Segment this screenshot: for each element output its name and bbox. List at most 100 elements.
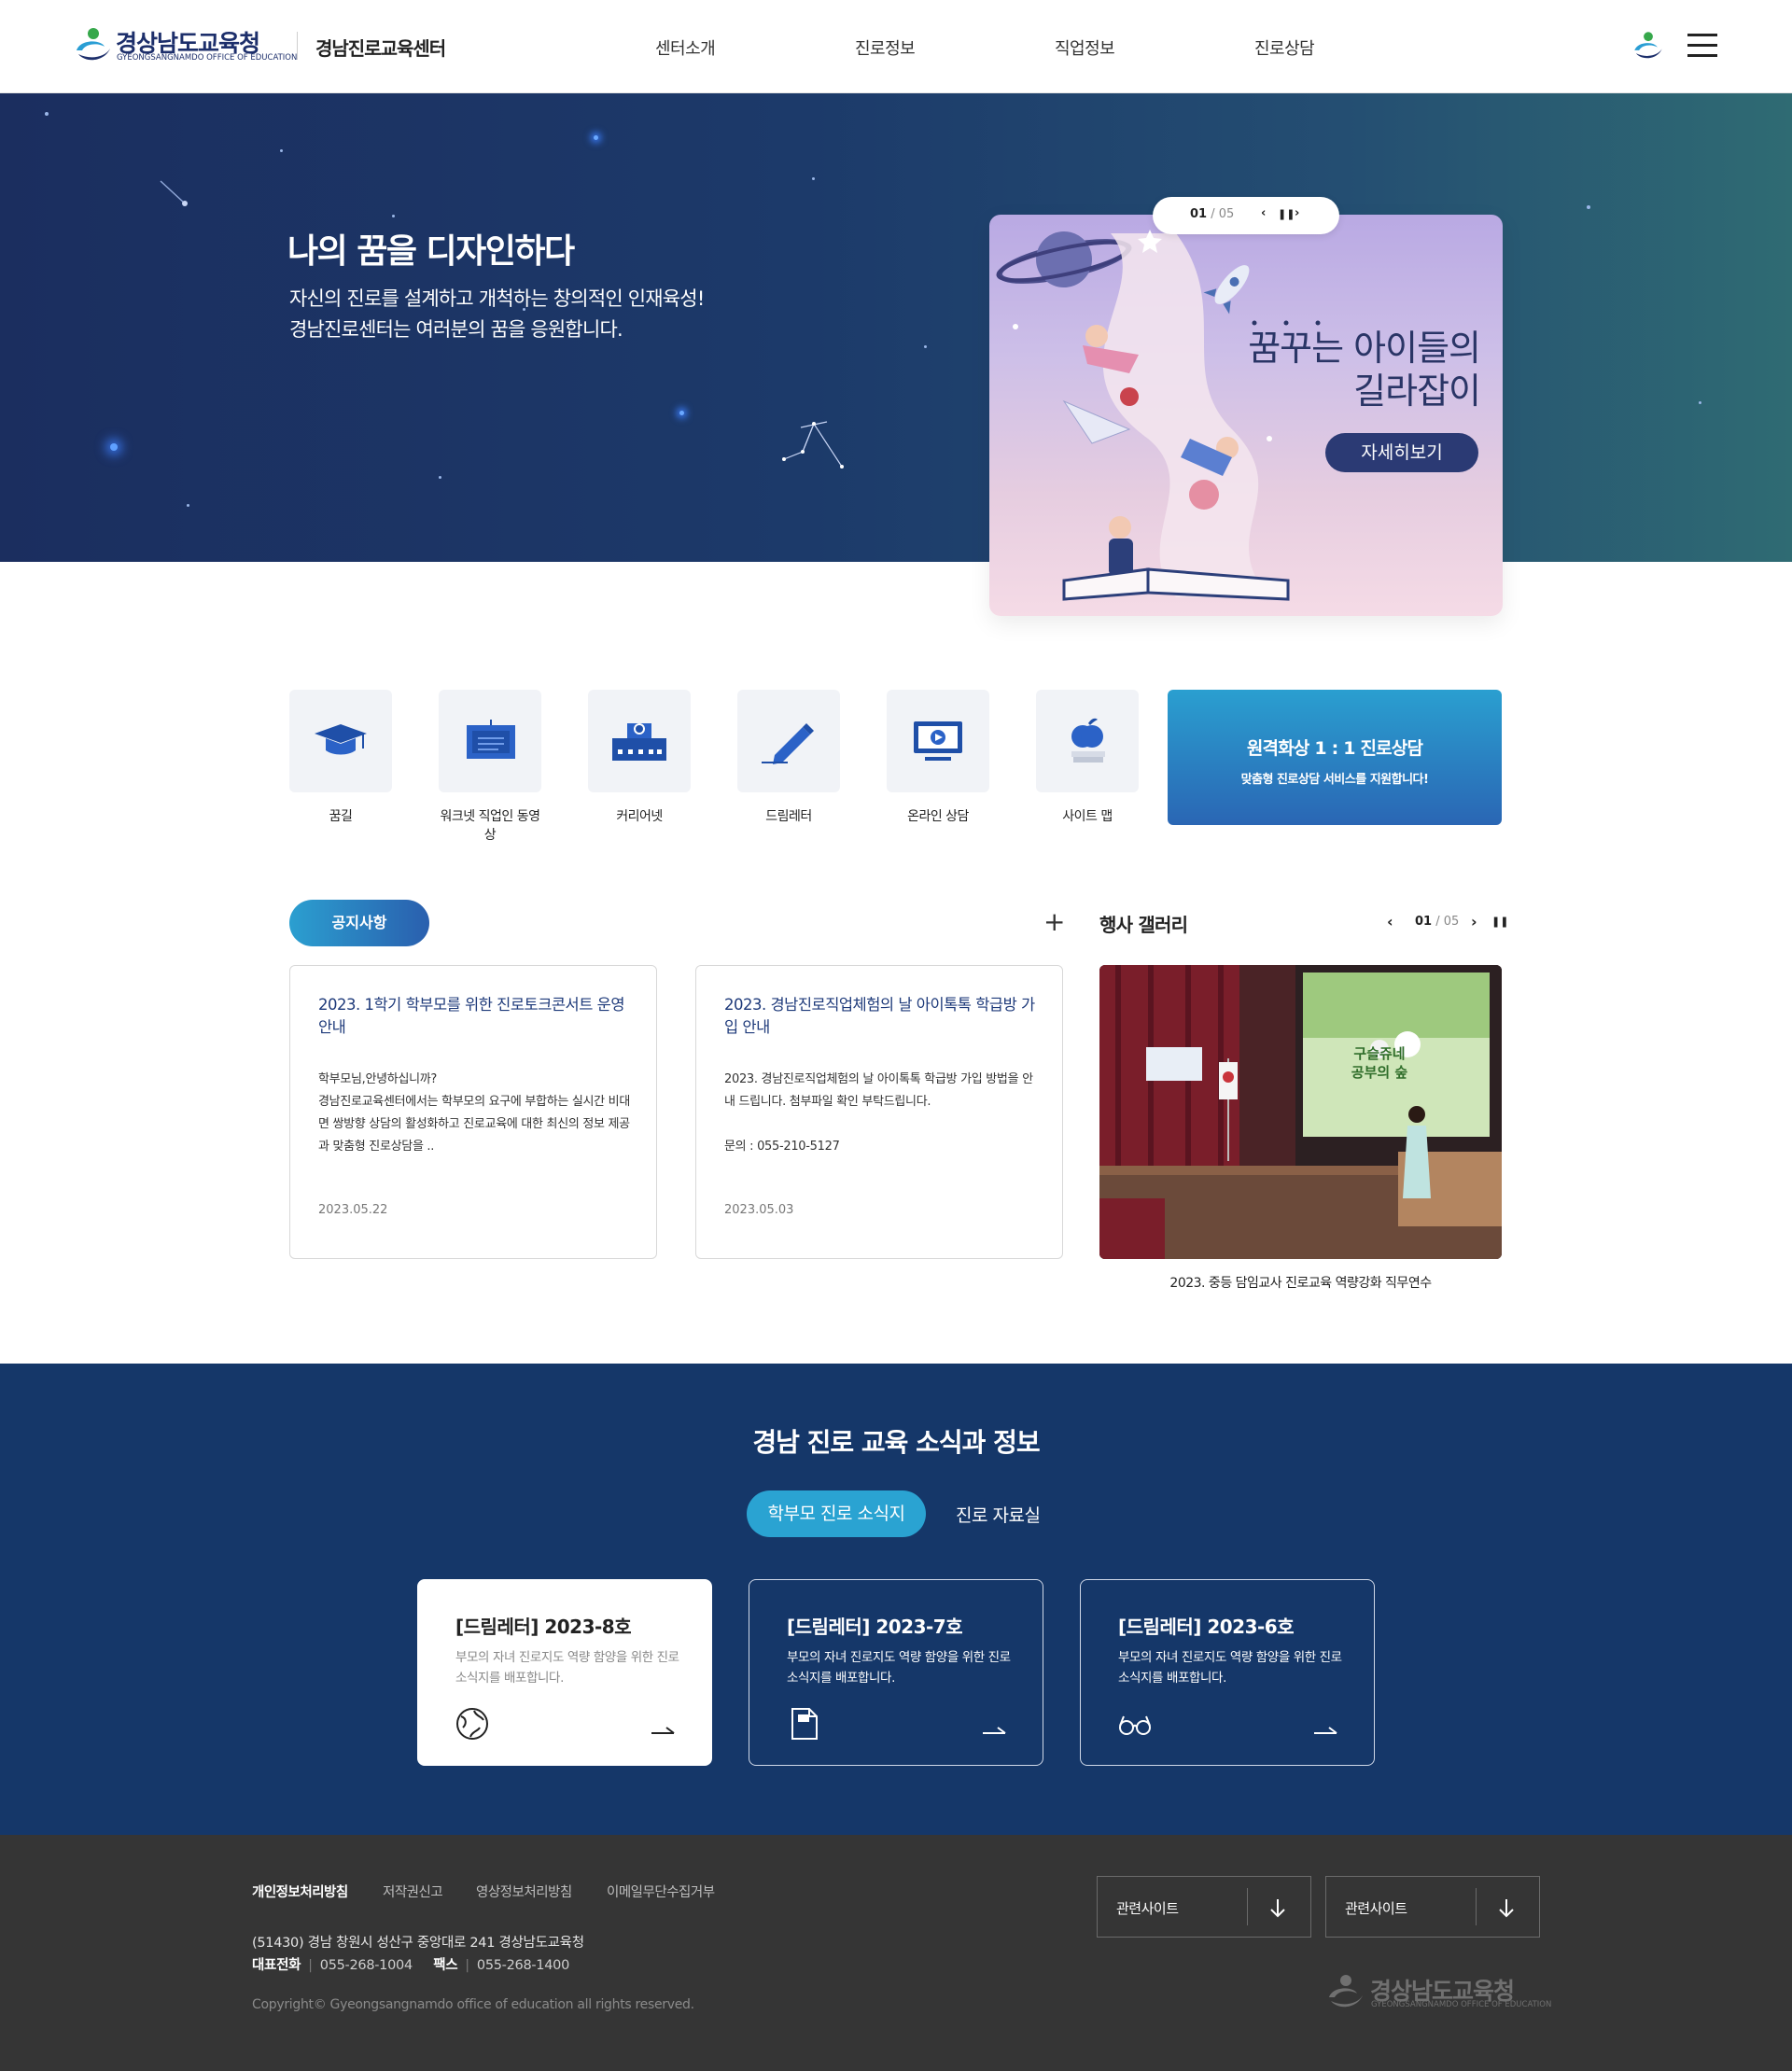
footer-logo-subtext: GYEONGSANGNAMDO OFFICE OF EDUCATION: [1371, 2000, 1552, 2009]
notice-card[interactable]: 2023. 경남진로직업체험의 날 아이톡톡 학급방 가입 안내 2023. 경…: [695, 965, 1063, 1259]
tab-parent-newsletter[interactable]: 학부모 진로 소식지: [747, 1490, 926, 1537]
footer-link-video-policy[interactable]: 영상정보처리방침: [476, 1882, 572, 1901]
arrow-right-icon[interactable]: [650, 1720, 678, 1737]
footer-address: (51430) 경남 창원시 성산구 중앙대로 241 경상남도교육청: [252, 1936, 584, 1951]
view-details-button[interactable]: 자세히보기: [1325, 433, 1478, 472]
quick-link-icon-box[interactable]: [887, 690, 989, 792]
banner-headline: 꿈꾸는 아이들의 길라잡이: [1248, 327, 1481, 413]
gallery-caption[interactable]: 2023. 중등 담임교사 진로교육 역량강화 직무연수: [1099, 1273, 1502, 1292]
nav-item-counseling[interactable]: 진로상담: [1254, 35, 1315, 60]
pencil-icon: [762, 723, 814, 764]
remote-counseling-banner[interactable]: 원격화상 1 : 1 진로상담 맞춤형 진로상담 서비스를 지원합니다!: [1168, 690, 1502, 825]
nav-item-center-intro[interactable]: 센터소개: [655, 35, 716, 60]
star-decoration: [679, 411, 684, 415]
arrow-right-icon[interactable]: [1312, 1720, 1340, 1737]
related-site-label[interactable]: 관련사이트: [1345, 1898, 1407, 1918]
site-footer: [0, 1835, 1792, 2071]
nav-item-career-info[interactable]: 진로정보: [855, 35, 916, 60]
quick-link-careernet[interactable]: 커리어넷: [588, 690, 691, 826]
quick-link-icon-box[interactable]: [737, 690, 840, 792]
notice-date: 2023.05.03: [724, 1203, 794, 1217]
gallery-counter: 01 / 05: [1415, 915, 1459, 929]
quick-link-icon-box[interactable]: [1036, 690, 1139, 792]
small-logo-icon[interactable]: [1631, 30, 1665, 62]
logo-subtext: GYEONGSANGNAMDO OFFICE OF EDUCATION: [117, 53, 298, 63]
quick-link-label[interactable]: 드림레터: [737, 807, 840, 826]
quick-link-label[interactable]: 워크넷 직업인 동영상: [439, 807, 541, 845]
quick-link-icon-box[interactable]: [588, 690, 691, 792]
star-decoration: [812, 177, 815, 180]
fax-number: 055-268-1400: [476, 1958, 570, 1973]
promo-banner[interactable]: 꿈꾸는 아이들의 길라잡이 자세히보기: [989, 215, 1503, 616]
banner-headline-line: 길라잡이: [1353, 371, 1481, 412]
notice-title[interactable]: 2023. 경남진로직업체험의 날 아이톡톡 학급방 가입 안내: [724, 994, 1042, 1039]
quick-link-dreamletter[interactable]: 드림레터: [737, 690, 840, 826]
footer-link-privacy[interactable]: 개인정보처리방침: [252, 1882, 348, 1901]
banner-headline-line: 꿈꾸는 아이들의: [1248, 328, 1481, 369]
arrow-down-icon[interactable]: [1494, 1896, 1519, 1920]
quick-link-worknet[interactable]: 워크넷 직업인 동영상: [439, 690, 541, 845]
remote-counseling-title[interactable]: 원격화상 1 : 1 진로상담: [1168, 735, 1502, 760]
quick-link-label[interactable]: 온라인 상담: [887, 807, 989, 826]
tab-career-resources[interactable]: 진로 자료실: [956, 1502, 1041, 1527]
quick-link-sitemap[interactable]: 사이트 맵: [1036, 690, 1139, 826]
quick-link-label[interactable]: 사이트 맵: [1036, 807, 1139, 826]
graduation-cap-icon: [315, 724, 367, 755]
prev-slide-icon[interactable]: ‹: [1261, 206, 1266, 220]
gallery-next-icon[interactable]: ›: [1471, 913, 1477, 931]
quick-link-label[interactable]: 꿈길: [289, 807, 392, 826]
related-site-select[interactable]: 관련사이트: [1097, 1876, 1311, 1938]
star-decoration: [45, 112, 49, 116]
screen-text: 공부의 숲: [1351, 1064, 1408, 1081]
notice-tab[interactable]: 공지사항: [289, 900, 429, 946]
footer-link-email-refusal[interactable]: 이메일무단수집거부: [607, 1882, 715, 1901]
star-decoration: [392, 215, 395, 217]
gallery-title: 행사 갤러리: [1099, 914, 1188, 936]
site-header: 경상남도교육청 GYEONGSANGNAMDO OFFICE OF EDUCAT…: [0, 0, 1792, 93]
star-decoration: [1699, 401, 1701, 404]
nav-item-job-info[interactable]: 직업정보: [1055, 35, 1115, 60]
related-site-label[interactable]: 관련사이트: [1116, 1898, 1179, 1918]
star-decoration: [594, 135, 598, 140]
select-divider: [1476, 1888, 1477, 1925]
notice-body: 학부모님,안녕하십니까? 경남진로교육센터에서는 학부모의 요구에 부합하는 실…: [318, 1072, 630, 1154]
gyeongnam-logo-icon[interactable]: [73, 26, 114, 63]
quick-link-kkumgil[interactable]: 꿈길: [289, 690, 392, 826]
footer-link-copyright[interactable]: 저작권신고: [383, 1882, 443, 1901]
notice-title[interactable]: 2023. 1학기 학부모를 위한 진로토크콘서트 운영 안내: [318, 994, 636, 1039]
gallery-total: / 05: [1435, 915, 1460, 929]
related-site-select[interactable]: 관련사이트: [1325, 1876, 1540, 1938]
gallery-pause-icon[interactable]: ❚❚: [1491, 916, 1508, 928]
slider-total: / 05: [1211, 207, 1235, 221]
star-decoration: [187, 504, 189, 507]
gallery-photo[interactable]: 구슬쥬네 공부의 숲: [1099, 965, 1502, 1259]
arrow-right-icon[interactable]: [981, 1720, 1009, 1737]
newsletter-title[interactable]: [드림레터] 2023-8호: [455, 1612, 632, 1639]
pause-icon[interactable]: ❚❚: [1278, 208, 1295, 220]
newsletter-title[interactable]: [드림레터] 2023-6호: [1118, 1612, 1295, 1639]
newsletter-title[interactable]: [드림레터] 2023-7호: [787, 1612, 963, 1639]
quick-link-online-counseling[interactable]: 온라인 상담: [887, 690, 989, 826]
notice-date: 2023.05.22: [318, 1203, 388, 1217]
newsletter-card[interactable]: [드림레터] 2023-8호 부모의 자녀 진로지도 역량 함양을 위한 진로소…: [417, 1579, 712, 1766]
next-slide-icon[interactable]: ›: [1295, 206, 1299, 220]
notice-card[interactable]: 2023. 1학기 학부모를 위한 진로토크콘서트 운영 안내 학부모님,안녕하…: [289, 965, 657, 1259]
quick-link-icon-box[interactable]: [289, 690, 392, 792]
more-notices-button[interactable]: +: [1043, 909, 1065, 935]
star-decoration: [110, 443, 118, 451]
gallery-prev-icon[interactable]: ‹: [1387, 913, 1393, 931]
fax-label: 팩스: [433, 1958, 458, 1973]
news-title: 경남 진로 교육 소식과 정보: [752, 1427, 1040, 1458]
hamburger-menu-icon[interactable]: [1687, 34, 1717, 58]
notice-body: 2023. 경남진로직업체험의 날 아이톡톡 학급방 가입 방법을 안내 드립니…: [724, 1072, 1033, 1154]
newsletter-card[interactable]: [드림레터] 2023-6호 부모의 자녀 진로지도 역량 함양을 위한 진로소…: [1080, 1579, 1375, 1766]
arrow-down-icon[interactable]: [1266, 1896, 1290, 1920]
footer-logo-icon: [1329, 1975, 1363, 2008]
quick-link-label[interactable]: 커리어넷: [588, 807, 691, 826]
newsletter-card[interactable]: [드림레터] 2023-7호 부모의 자녀 진로지도 역량 함양을 위한 진로소…: [749, 1579, 1043, 1766]
glasses-icon: [1119, 1715, 1151, 1735]
newsletter-desc: 부모의 자녀 진로지도 역량 함양을 위한 진로소식지를 배포합니다.: [455, 1650, 679, 1686]
center-name[interactable]: 경남진로교육센터: [315, 34, 446, 61]
banner-illustration: [996, 230, 1321, 601]
quick-link-icon-box[interactable]: [439, 690, 541, 792]
